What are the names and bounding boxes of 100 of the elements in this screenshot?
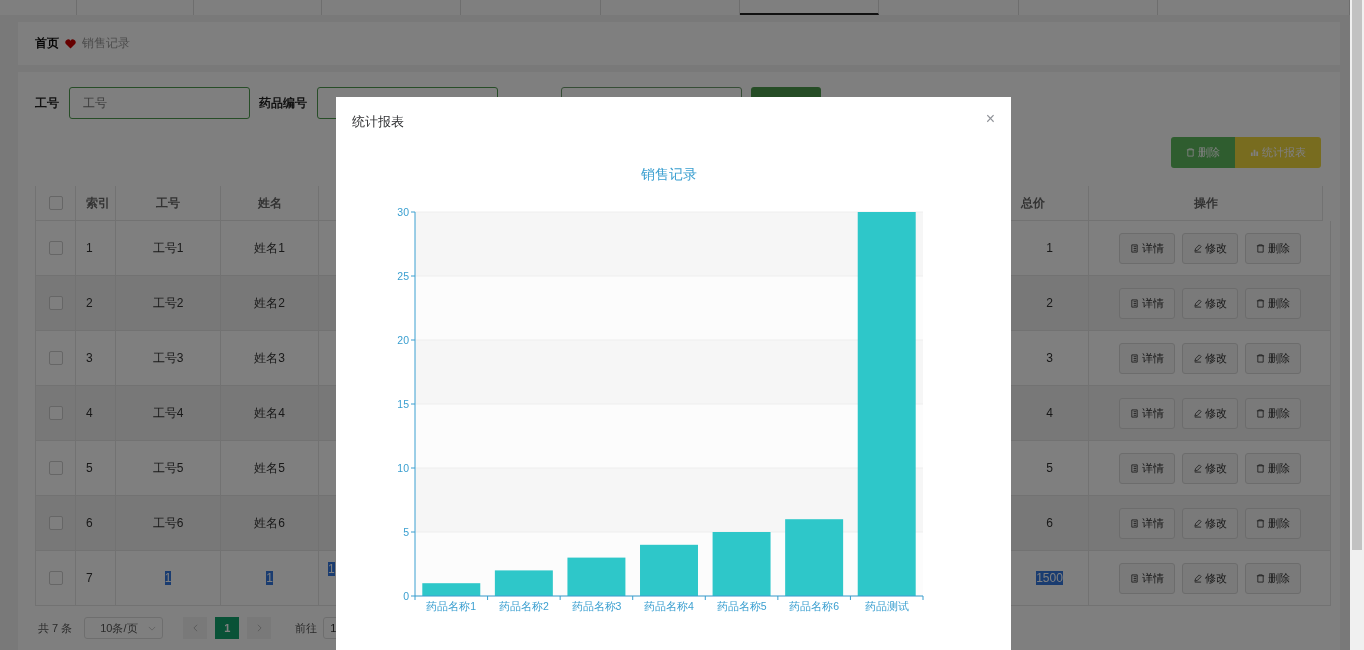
y-tick-label: 15 (397, 397, 409, 410)
y-tick-label: 30 (397, 205, 409, 218)
pencil-icon (1192, 243, 1202, 253)
y-tick-label: 20 (397, 333, 409, 346)
row-action-button[interactable]: 详情 (1118, 562, 1175, 594)
table-cell: 2 (86, 296, 93, 310)
trash-icon (1255, 243, 1265, 253)
goto-label: 前往 (295, 620, 318, 636)
checkbox[interactable] (48, 241, 63, 255)
row-action-button[interactable]: 修改 (1181, 507, 1238, 539)
y-tick-label: 5 (403, 525, 409, 538)
bar-chart-icon (1250, 148, 1259, 157)
document-icon (1129, 463, 1139, 473)
checkbox[interactable] (48, 406, 63, 420)
row-action-button[interactable]: 删除 (1244, 562, 1301, 594)
trash-icon (1255, 408, 1265, 418)
next-page-button[interactable] (247, 617, 272, 639)
trash-icon (1255, 353, 1265, 363)
row-action-button[interactable]: 修改 (1181, 452, 1238, 484)
row-action-button[interactable]: 修改 (1181, 232, 1238, 264)
caret-icon (148, 625, 157, 631)
previous-page-button[interactable] (183, 617, 208, 639)
document-icon (1129, 573, 1139, 583)
total-count: 共 7 条 (38, 620, 73, 636)
table-cell: 4 (1046, 406, 1053, 420)
trash-icon (1255, 298, 1265, 308)
row-action-button[interactable]: 删除 (1244, 232, 1301, 264)
breadcrumb-item[interactable]: 首页 (35, 35, 59, 52)
table-cell: 6 (1046, 516, 1053, 530)
row-action-button[interactable]: 删除 (1244, 342, 1301, 374)
pencil-icon (1192, 518, 1202, 528)
table-cell: 工号3 (152, 349, 184, 367)
row-action-button[interactable]: 详情 (1118, 342, 1175, 374)
table-cell: 2 (1046, 296, 1053, 310)
trash-icon (1255, 573, 1265, 583)
row-action-button[interactable]: 详情 (1118, 507, 1175, 539)
trash-icon (1255, 463, 1265, 473)
table-cell: 工号4 (152, 404, 184, 422)
y-tick-label: 25 (397, 269, 409, 282)
checkbox[interactable] (48, 196, 63, 210)
y-tick-label: 10 (397, 461, 409, 474)
row-action-button[interactable]: 修改 (1181, 287, 1238, 319)
bar (494, 570, 553, 596)
x-tick-label: 药品名称1 (426, 600, 477, 612)
chevron-left-icon (192, 624, 198, 632)
field-label: 工号 (35, 94, 59, 112)
row-action-button[interactable]: 删除 (1244, 397, 1301, 429)
y-tick-label: 0 (403, 589, 409, 602)
pencil-icon (1192, 353, 1202, 363)
table-cell: 姓名6 (254, 514, 285, 532)
table-cell: 1500 (1036, 571, 1063, 585)
table-cell: 5 (1046, 461, 1053, 475)
table-cell: 工号1 (152, 239, 184, 257)
x-tick-label: 药品名称6 (789, 600, 840, 612)
document-icon (1129, 408, 1139, 418)
tab[interactable] (740, 0, 879, 15)
chart-title: 销售记录 (641, 166, 697, 182)
document-icon (1129, 243, 1139, 253)
pencil-icon (1192, 463, 1202, 473)
table-cell: 1 (1046, 241, 1053, 255)
table-cell: 姓名4 (254, 404, 285, 422)
chevron-right-icon (256, 624, 262, 632)
row-action-button[interactable]: 修改 (1181, 397, 1238, 429)
row-action-button[interactable]: 删除 (1244, 452, 1301, 484)
x-tick-label: 药品名称2 (498, 600, 549, 612)
field-label: 药品编号 (259, 94, 307, 112)
table-cell: 姓名1 (254, 239, 285, 257)
row-action-button[interactable]: 详情 (1118, 452, 1175, 484)
bar (712, 532, 771, 596)
table-cell: 1 (86, 241, 93, 255)
checkbox[interactable] (48, 571, 63, 585)
table-cell: 3 (86, 351, 93, 365)
document-icon (1129, 353, 1139, 363)
table-cell: 工号5 (152, 459, 184, 477)
document-icon (1129, 298, 1139, 308)
checkbox[interactable] (48, 516, 63, 530)
row-action-button[interactable]: 修改 (1181, 562, 1238, 594)
scrollbar[interactable] (1350, 0, 1364, 650)
page-size-select[interactable]: 10条/页 (84, 617, 164, 639)
row-action-button[interactable]: 详情 (1118, 287, 1175, 319)
trash-icon (1186, 148, 1195, 157)
checkbox[interactable] (48, 461, 63, 475)
close-button[interactable]: × (985, 111, 995, 127)
checkbox[interactable] (48, 351, 63, 365)
dialog-title: 统计报表 (352, 113, 404, 131)
page-button[interactable]: 1 (215, 617, 240, 639)
checkbox[interactable] (48, 296, 63, 310)
pencil-icon (1192, 573, 1202, 583)
heart-icon (65, 38, 76, 49)
trash-icon (1255, 518, 1265, 528)
row-action-button[interactable]: 修改 (1181, 342, 1238, 374)
row-action-button[interactable]: 详情 (1118, 397, 1175, 429)
x-tick-label: 药品名称4 (644, 600, 694, 612)
pencil-icon (1192, 408, 1202, 418)
pencil-icon (1192, 298, 1202, 308)
row-action-button[interactable]: 删除 (1244, 287, 1301, 319)
row-action-button[interactable]: 删除 (1244, 507, 1301, 539)
x-tick-label: 药品名称5 (716, 600, 767, 612)
row-action-button[interactable]: 详情 (1118, 232, 1175, 264)
input-field[interactable]: 工号 (69, 87, 250, 119)
